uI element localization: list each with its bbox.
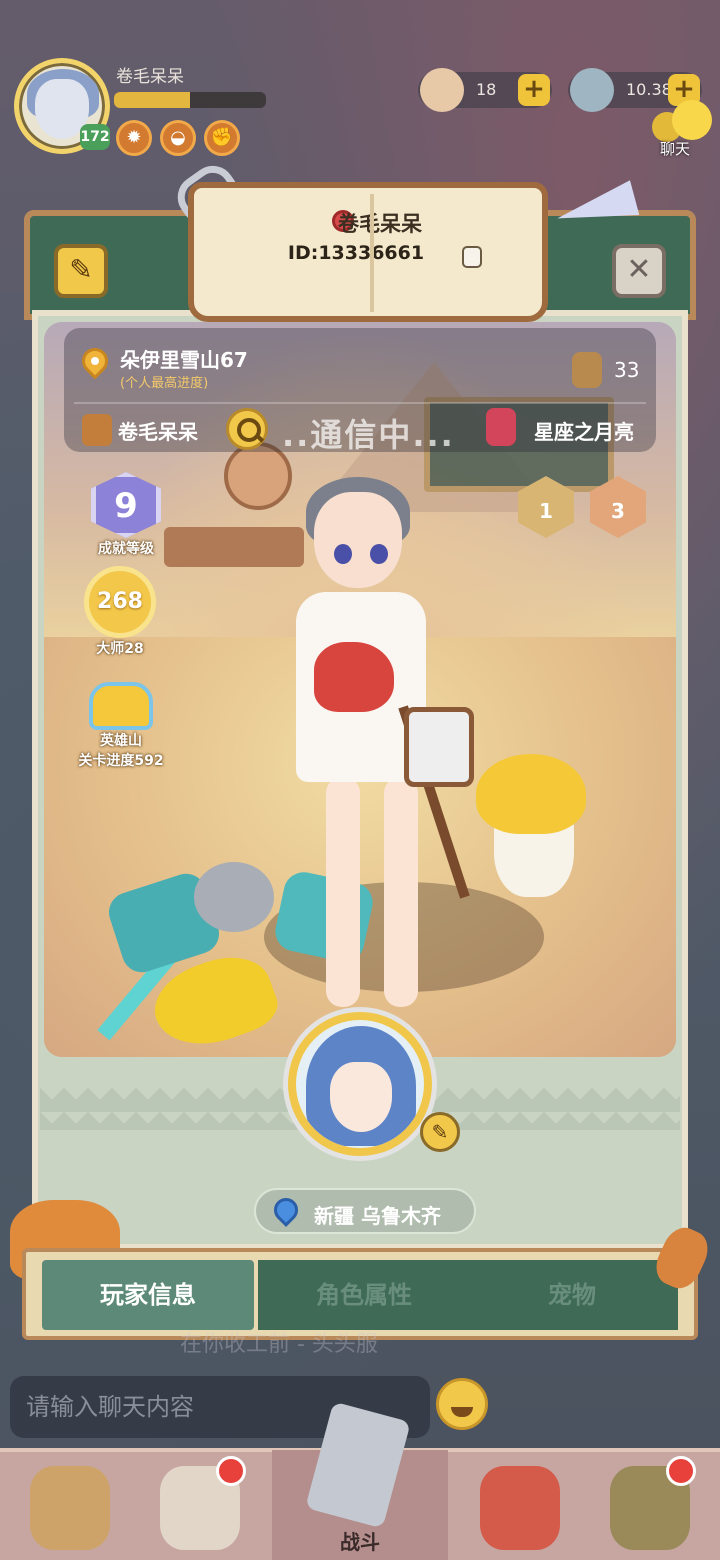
paw-staff-head: [404, 707, 474, 787]
player-info-panel: 朵伊里雪山67 (个人最高进度) 33 卷毛呆呆 ..通信中... 星座之月亮 …: [20, 157, 700, 1260]
hammer-bird-ornament: [194, 862, 274, 932]
hero-mountain-icon: [89, 682, 153, 730]
achievement-hexagon-icon: 9: [91, 472, 161, 538]
add-gems-button[interactable]: +: [518, 74, 550, 106]
region-pin-icon: [269, 1193, 303, 1227]
nav-item-home[interactable]: [10, 1466, 130, 1556]
nav-item-battle[interactable]: 战斗: [272, 1401, 448, 1560]
character-leg-right: [384, 777, 418, 1007]
location-name: 朵伊里雪山67: [120, 348, 248, 372]
portrait-face: [330, 1062, 392, 1132]
hero-mountain-label: 英雄山: [100, 733, 142, 749]
character-leg-left: [326, 777, 360, 1007]
alert-bell-icon: [666, 1456, 696, 1486]
region-pill[interactable]: 新疆 乌鲁木齐: [254, 1188, 476, 1234]
search-guild-button[interactable]: [226, 408, 268, 450]
master-label: 大师28: [96, 641, 144, 657]
region-text: 新疆 乌鲁木齐: [314, 1204, 441, 1228]
likes-avatar-icon[interactable]: [572, 352, 602, 388]
nav-item-tribe[interactable]: [590, 1456, 710, 1556]
shell-gem-icon: [420, 68, 464, 112]
chat-smiley-icon: [672, 100, 712, 140]
caveman-icon: [30, 1466, 110, 1550]
wind-medal-count: 1: [539, 499, 553, 523]
emoji-button[interactable]: [436, 1378, 488, 1430]
red-dino-icon: [480, 1466, 560, 1550]
player-portrait[interactable]: [288, 1012, 432, 1156]
guild-name: 卷毛呆呆: [118, 420, 198, 444]
achievement-label: 成就等级: [98, 541, 154, 557]
copy-id-icon[interactable]: [462, 246, 482, 268]
battle-label: 战斗: [340, 1530, 380, 1554]
zodiac-name: 星座之月亮: [534, 420, 634, 444]
edit-portrait-pencil-icon[interactable]: ✎: [420, 1112, 460, 1152]
stone-coin-icon: [570, 68, 614, 112]
character-head: [314, 492, 402, 588]
hud-player-name: 卷毛呆呆: [116, 67, 184, 87]
dino-shirt-print: [314, 642, 394, 712]
location-subtitle: (个人最高进度): [120, 376, 209, 391]
likes-count: 33: [614, 358, 640, 382]
tab-character-attributes[interactable]: 角色属性: [258, 1260, 470, 1330]
background-chat-line: 在你收工前 - 头头服: [180, 1332, 378, 1357]
guild-icon: [82, 414, 112, 446]
info-divider: [74, 402, 646, 404]
fist-badge-icon[interactable]: ✊: [204, 120, 240, 156]
hero-progress-label: 关卡进度592: [78, 753, 164, 769]
close-button[interactable]: ✕: [612, 244, 666, 298]
gem-currency: 18 +: [418, 68, 552, 112]
master-rank-icon: 268: [84, 566, 156, 638]
nav-item-pet[interactable]: [460, 1466, 580, 1556]
chat-button[interactable]: 聊天: [652, 100, 714, 158]
profile-name: 卷毛呆呆: [338, 212, 422, 236]
character-eye-left: [334, 544, 352, 564]
profile-id: ID:13336661: [287, 242, 425, 264]
alert-bell-icon: [216, 1456, 246, 1486]
communicating-status: ..通信中...: [282, 416, 455, 454]
player-level-badge: 172: [80, 124, 110, 150]
flame-badge-icon[interactable]: ✹: [116, 120, 152, 156]
tab-player-info[interactable]: 玩家信息: [42, 1260, 254, 1330]
master-rank-badge[interactable]: 268 大师28: [70, 566, 170, 658]
gem-count: 18: [476, 80, 497, 99]
edit-profile-button[interactable]: ✎: [54, 244, 108, 298]
zodiac-icon: [486, 408, 516, 446]
character-eye-right: [370, 544, 388, 564]
tab-pets[interactable]: 宠物: [466, 1260, 678, 1330]
name-book: 卷毛呆呆 ID:13336661: [188, 182, 548, 322]
cat-pet-hood: [476, 754, 586, 834]
desk-prop: [164, 527, 304, 567]
nav-item-character[interactable]: [140, 1456, 260, 1556]
pudding-badge-icon[interactable]: ◒: [160, 120, 196, 156]
mushroom-medal-count: 3: [611, 499, 625, 523]
hero-mountain-badge[interactable]: 英雄山 关卡进度592: [66, 682, 176, 770]
achievement-level-badge[interactable]: 9 成就等级: [76, 472, 176, 558]
chat-label: 聊天: [660, 140, 691, 158]
xp-bar: [114, 92, 266, 108]
xp-bar-fill: [114, 92, 190, 108]
